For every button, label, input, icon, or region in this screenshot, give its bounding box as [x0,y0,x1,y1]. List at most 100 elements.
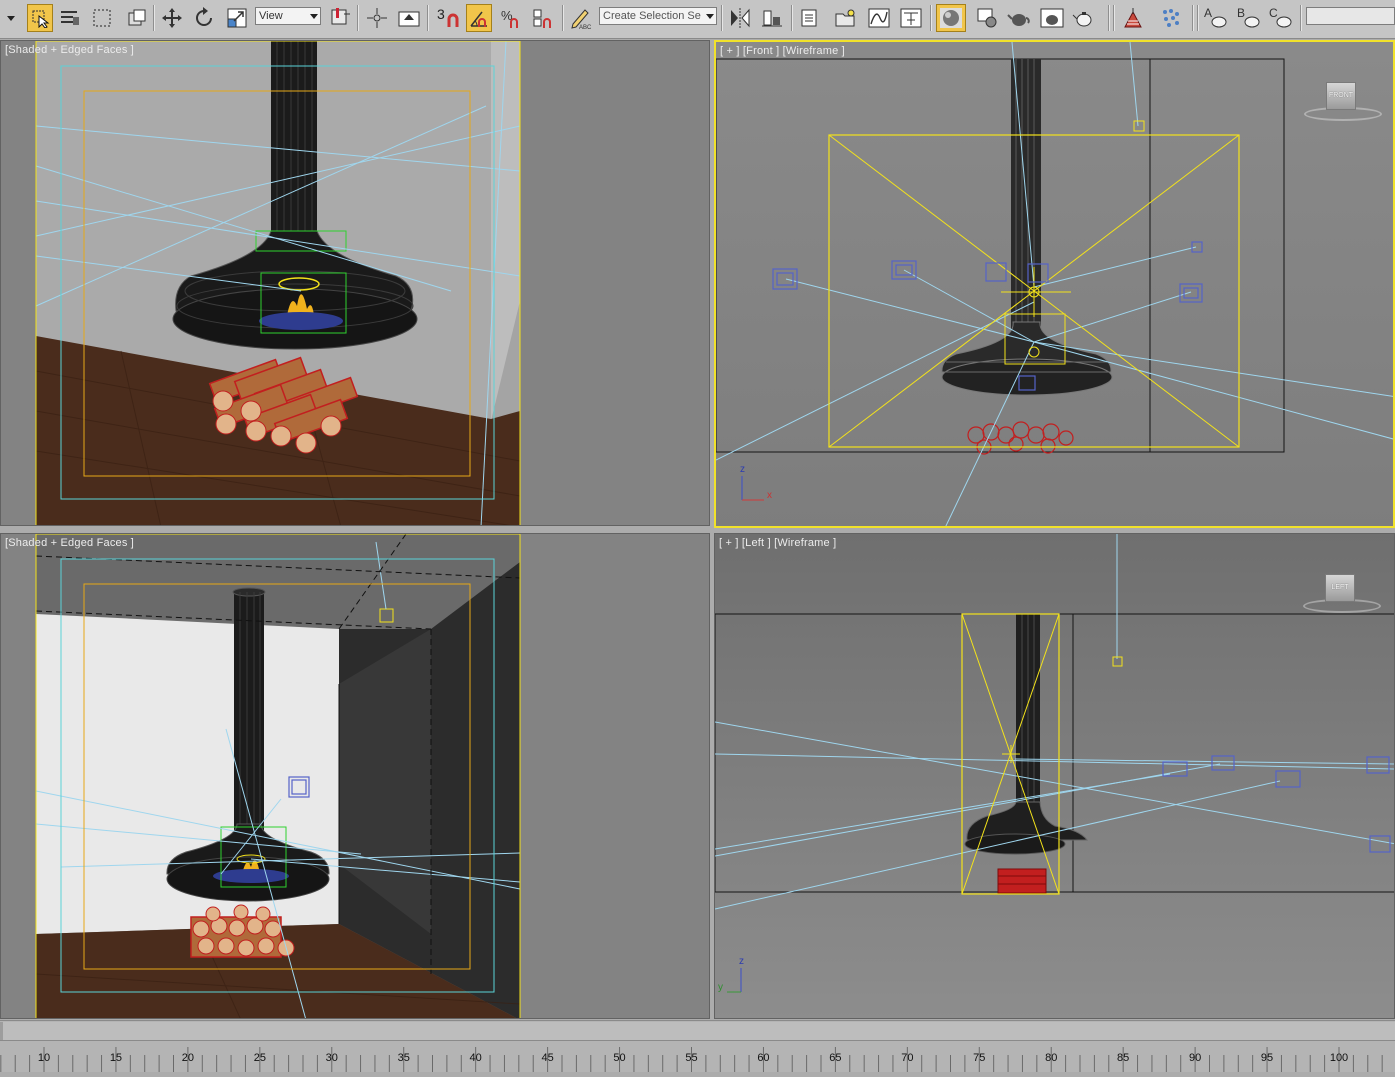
time-slider[interactable] [0,1022,1395,1041]
reference-coordinate-value: View [259,10,283,22]
select-manipulate-button[interactable] [364,4,390,32]
snap-toggle-button[interactable] [440,4,466,32]
teapot-white-icon [1072,12,1092,27]
render-production-button[interactable] [1039,4,1065,32]
percent-snap-button[interactable]: % [498,4,524,32]
spinner-snap-button[interactable] [530,4,556,32]
timeline-tick-label: 70 [901,1052,914,1064]
spinner-snap-icon [533,9,551,28]
scene-render-perspective-top [35,41,521,525]
timeline-tick-label: 65 [829,1052,842,1064]
timeline-tick-label: 90 [1188,1052,1202,1064]
viewport-left[interactable]: [ + ] [Left ] [Wireframe ] LEFT z y [714,533,1395,1019]
scale-button[interactable] [224,4,250,32]
toolbar-dropdown-arrow[interactable] [0,4,22,32]
viewport-perspective-bottom[interactable]: [Shaded + Edged Faces ] [0,533,710,1019]
timeline-tick-label: 75 [973,1052,986,1064]
timeline-tick-label: 20 [181,1052,194,1064]
rect-selection-button[interactable] [89,4,115,32]
svg-text:A: A [1204,6,1212,20]
teapot-b-icon: B [1237,6,1260,28]
render-setup-icon [977,8,997,28]
render-texture-icon [1124,8,1142,28]
axis-y-label-left: y [718,982,723,993]
teapot-c-icon: C [1269,6,1292,28]
timeline-tick-label: 80 [1045,1052,1058,1064]
keyboard-shortcut-button[interactable] [396,4,422,32]
move-button[interactable] [159,4,185,32]
angle-snap-button[interactable] [466,4,492,32]
viewcube-left[interactable]: LEFT [1325,574,1355,602]
svg-text:B: B [1237,6,1245,20]
curve-editor-button[interactable] [866,4,892,32]
pencil-abc-icon: ABC [571,9,592,30]
select-by-name-button[interactable] [57,4,83,32]
material-editor-button[interactable] [936,4,966,32]
keyboard-icon [398,11,420,27]
render-setup-button[interactable] [974,4,1000,32]
percent-snap-icon: % [501,8,518,28]
window-crossing-icon [128,9,146,26]
curve-editor-icon [868,8,890,28]
timeline-tick-label: 25 [253,1052,266,1064]
viewcube-front[interactable]: FRONT [1326,82,1356,110]
timeline-tick-label: 40 [469,1052,482,1064]
viewport-label-top-left[interactable]: [Shaded + Edged Faces ] [5,44,134,56]
named-selection-dropdown[interactable]: Create Selection Se [599,7,717,25]
scene-explorer-button[interactable] [833,4,859,32]
timeline-tick-label: 85 [1117,1052,1130,1064]
axis-z-label-left: z [739,956,744,967]
render-to-texture-button[interactable] [1120,4,1146,32]
edit-named-selection-button[interactable]: ABC [568,4,594,32]
render-preset-b-button[interactable]: B [1236,4,1262,32]
time-slider-handle[interactable] [0,1022,3,1040]
schematic-view-button[interactable] [898,4,924,32]
mirror-button[interactable] [727,4,753,32]
timeline-tick-label: 95 [1260,1052,1274,1064]
viewport-label-bottom-left[interactable]: [Shaded + Edged Faces ] [5,537,134,549]
axis-z-label: z [740,464,745,475]
timeline-tick-label: 60 [757,1052,770,1064]
mirror-icon [731,8,750,28]
scene-wireframe-left [715,534,1394,1018]
svg-text:C: C [1269,6,1278,20]
viewport-label-left[interactable]: [ + ] [Left ] [Wireframe ] [719,537,836,549]
rotate-icon [196,7,212,26]
svg-text:ABC: ABC [579,25,592,30]
timeline-tick-label: 100 [1329,1052,1349,1064]
material-sphere-icon [940,8,962,28]
toolbar-search-field[interactable] [1306,7,1395,25]
list-icon [61,11,79,25]
align-icon [762,10,782,27]
render-frame-window-button[interactable] [1006,4,1032,32]
scene-wireframe-front [716,42,1393,526]
viewport-perspective-top[interactable]: [Shaded + Edged Faces ] [0,40,710,526]
rotate-button[interactable] [191,4,217,32]
select-object-button[interactable] [27,4,53,32]
manipulate-icon [367,8,387,28]
timeline-tick-label: 55 [685,1052,698,1064]
viewport-label-front[interactable]: [ + ] [Front ] [Wireframe ] [720,45,845,57]
window-crossing-button[interactable] [124,4,150,32]
particle-view-button[interactable] [1158,4,1184,32]
timeline: 10 15 20 25 30 35 40 45 50 55 60 65 70 75 80 85 90 95 100 [0,1020,1395,1072]
render-iterative-button[interactable] [1071,4,1097,32]
timeline-tick-label: 35 [397,1052,410,1064]
particles-icon [1163,9,1179,27]
timeline-tick-label: 10 [37,1052,51,1064]
teapot-a-icon: A [1204,6,1227,28]
layer-manager-button[interactable] [797,4,823,32]
render-preset-c-button[interactable]: C [1268,4,1294,32]
viewport-front[interactable]: [ + ] [Front ] [Wireframe ] FRONT z x [714,40,1395,528]
teapot-window-icon [1040,8,1064,28]
timeline-tick-label: 45 [541,1052,554,1064]
scene-render-perspective-bottom [35,534,521,1018]
angle-snap-icon [470,11,487,27]
layers-icon [801,9,817,27]
pivot-center-button[interactable] [327,4,353,32]
axis-x-label: x [767,490,772,501]
teapot-icon [1007,14,1030,26]
reference-coordinate-dropdown[interactable]: View [255,7,321,25]
render-preset-a-button[interactable]: A [1203,4,1229,32]
align-button[interactable] [759,4,785,32]
